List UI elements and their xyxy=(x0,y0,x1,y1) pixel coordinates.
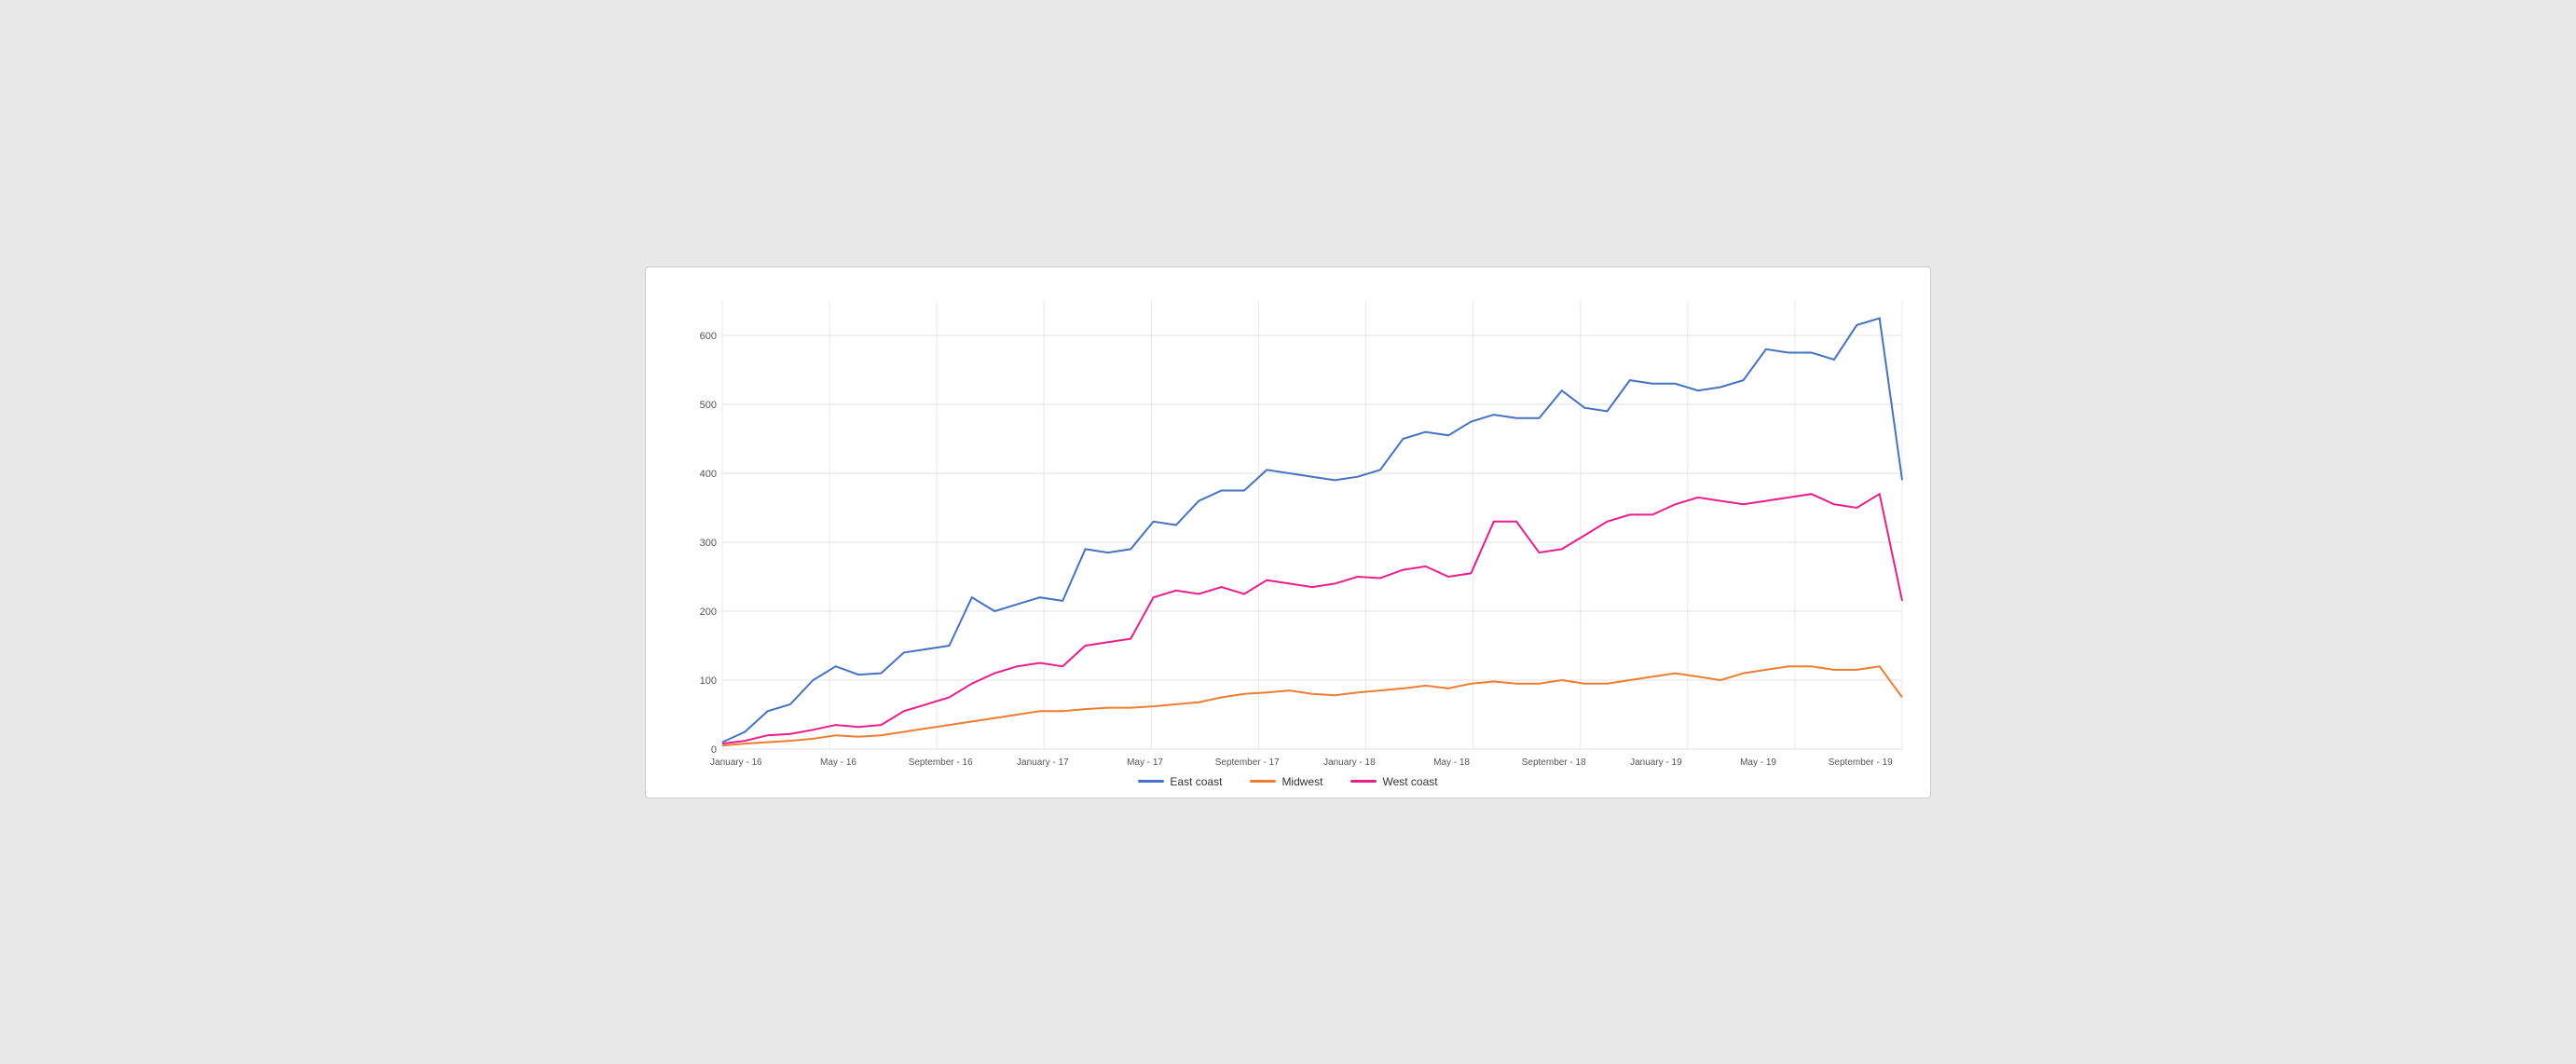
svg-text:500: 500 xyxy=(700,400,717,411)
y-axis-label xyxy=(665,292,681,768)
svg-text:100: 100 xyxy=(700,675,717,687)
main-svg: 0 100 200 300 400 500 600 xyxy=(685,292,1911,754)
series-line-midwest xyxy=(722,666,1902,745)
x-axis-label: September - 18 xyxy=(1502,757,1605,768)
legend: East coast Midwest West coast xyxy=(665,775,1911,788)
x-axis-label: May - 16 xyxy=(788,757,890,768)
x-axis-label: September - 19 xyxy=(1809,757,1911,768)
svg-text:400: 400 xyxy=(700,469,717,480)
legend-label: Midwest xyxy=(1281,775,1322,788)
legend-color xyxy=(1350,780,1377,783)
x-axis-labels: January - 16May - 16September - 16Januar… xyxy=(685,754,1911,768)
svg-text:0: 0 xyxy=(711,744,717,754)
x-axis-label: January - 18 xyxy=(1298,757,1401,768)
legend-color xyxy=(1250,780,1276,783)
series-line-westCoast xyxy=(722,494,1902,743)
grid-and-lines: 0 100 200 300 400 500 600 xyxy=(685,292,1911,754)
x-axis-label: January - 19 xyxy=(1605,757,1707,768)
legend-item: Midwest xyxy=(1250,775,1322,788)
x-axis-label: January - 17 xyxy=(992,757,1094,768)
x-axis-label: September - 17 xyxy=(1196,757,1298,768)
x-axis-label: May - 18 xyxy=(1401,757,1503,768)
chart-container: 0 100 200 300 400 500 600 January - 16May - 16… xyxy=(645,266,1931,798)
legend-color xyxy=(1138,780,1164,783)
legend-label: East coast xyxy=(1170,775,1222,788)
chart-inner: 0 100 200 300 400 500 600 January - 16May - 16… xyxy=(685,292,1911,768)
svg-text:300: 300 xyxy=(700,538,717,549)
svg-text:200: 200 xyxy=(700,607,717,618)
x-axis-label: January - 16 xyxy=(685,757,788,768)
legend-label: West coast xyxy=(1382,775,1437,788)
x-axis-label: May - 17 xyxy=(1094,757,1197,768)
x-axis-label: May - 19 xyxy=(1707,757,1810,768)
svg-text:600: 600 xyxy=(700,331,717,342)
chart-area: 0 100 200 300 400 500 600 January - 16May - 16… xyxy=(665,292,1911,768)
legend-item: West coast xyxy=(1350,775,1437,788)
x-axis-label: September - 16 xyxy=(889,757,992,768)
legend-item: East coast xyxy=(1138,775,1222,788)
